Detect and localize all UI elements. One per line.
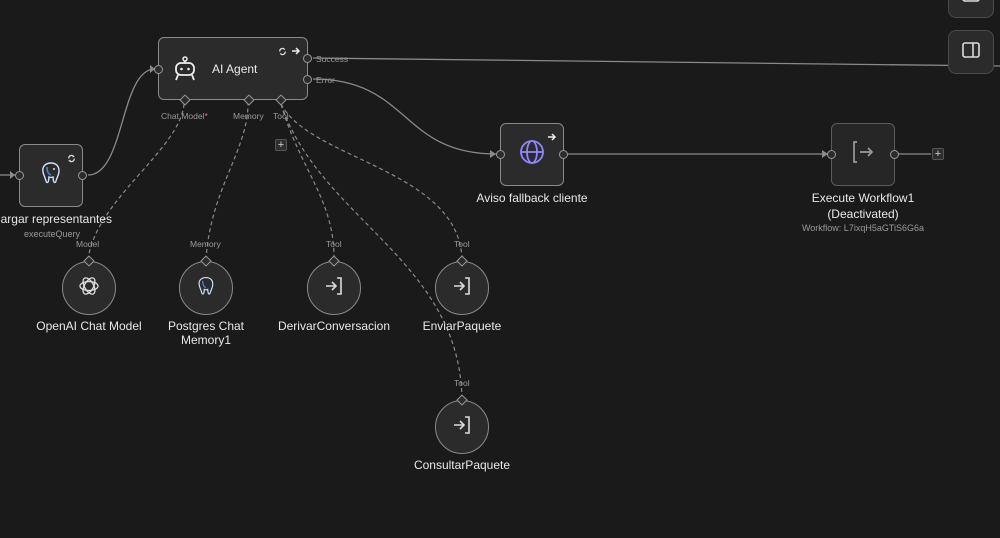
consultar-port-label: Tool — [454, 378, 470, 388]
execute-subtitle: Workflow: L7ixqH5aGTiS6G6a — [801, 223, 925, 233]
aviso-input-port[interactable] — [496, 150, 505, 159]
agent-success-label: Success — [316, 54, 349, 64]
execute-output-port[interactable] — [890, 150, 899, 159]
toolbar-button-top[interactable] — [948, 0, 994, 18]
node-postgres-chat-memory[interactable] — [179, 255, 233, 315]
agent-success-port[interactable] — [303, 54, 312, 63]
add-tool-button[interactable]: + — [275, 139, 287, 151]
openai-title: OpenAI Chat Model — [36, 319, 142, 333]
node-aviso-fallback[interactable] — [496, 123, 568, 186]
cargar-title: Cargar representantes — [0, 212, 113, 226]
edge-agent-success — [312, 57, 1000, 67]
consultar-title: ConsultarPaquete — [413, 458, 511, 472]
add-node-button[interactable]: + — [932, 148, 944, 160]
agent-input-port[interactable] — [154, 65, 163, 74]
enviar-port-label: Tool — [454, 239, 470, 249]
aviso-output-port[interactable] — [559, 150, 568, 159]
agent-memory-label: Memory — [233, 111, 264, 121]
enter-icon — [323, 275, 345, 302]
globe-icon — [518, 138, 546, 171]
derivar-title: DerivarConversacion — [277, 319, 391, 333]
node-openai-chat-model[interactable] — [62, 255, 116, 315]
elephant-icon — [195, 275, 217, 302]
refresh-icon — [67, 150, 76, 168]
cargar-output-port[interactable] — [78, 171, 87, 180]
panel-icon — [962, 0, 980, 7]
agent-error-label: Error — [316, 75, 335, 85]
derivar-port-label: Tool — [326, 239, 342, 249]
agent-error-port[interactable] — [303, 75, 312, 84]
enter-icon — [451, 414, 473, 441]
edge-memory — [205, 103, 249, 261]
execute-input-port[interactable] — [827, 150, 836, 159]
arrow-right-icon — [291, 43, 301, 61]
bracket-arrow-icon — [849, 138, 877, 171]
sidebar-panel-icon — [962, 41, 980, 63]
edge-tool-enviar — [280, 103, 463, 261]
memory-port-label: Memory — [190, 239, 221, 249]
execute-title-line2: (Deactivated) — [827, 207, 899, 221]
edge-tool-derivar — [280, 103, 335, 261]
aviso-title: Aviso fallback cliente — [476, 191, 588, 205]
edge-tool-consultar — [280, 103, 463, 401]
node-consultar-paquete[interactable] — [435, 394, 489, 454]
execute-title-line1: Execute Workflow1 — [811, 191, 915, 205]
refresh-icon — [278, 43, 287, 61]
elephant-icon — [38, 160, 64, 191]
robot-icon — [171, 55, 199, 88]
node-derivar-conversacion[interactable] — [307, 255, 361, 315]
enviar-title: EnviarPaquete — [422, 319, 502, 333]
edge-cargar-agent — [87, 68, 156, 176]
cargar-input-port[interactable] — [15, 171, 24, 180]
arrow-right-icon — [547, 129, 557, 147]
edge-agent-error-aviso — [312, 78, 497, 155]
toggle-panel-button[interactable] — [948, 30, 994, 74]
node-enviar-paquete[interactable] — [435, 255, 489, 315]
openai-icon — [77, 274, 101, 303]
node-execute-workflow[interactable] — [827, 123, 899, 186]
agent-tool-label: Tool — [273, 111, 289, 121]
node-ai-agent[interactable]: AI Agent — [154, 37, 312, 106]
cargar-subtitle: executeQuery — [23, 229, 81, 239]
node-cargar-representantes[interactable] — [15, 144, 87, 207]
enter-icon — [451, 275, 473, 302]
agent-chatmodel-label: Chat Model* — [161, 111, 208, 121]
postgres-memory-title-line2: Memory1 — [180, 333, 231, 347]
openai-port-label: Model — [76, 239, 100, 249]
agent-title: AI Agent — [212, 62, 258, 76]
postgres-memory-title-line1: Postgres Chat — [167, 319, 245, 333]
